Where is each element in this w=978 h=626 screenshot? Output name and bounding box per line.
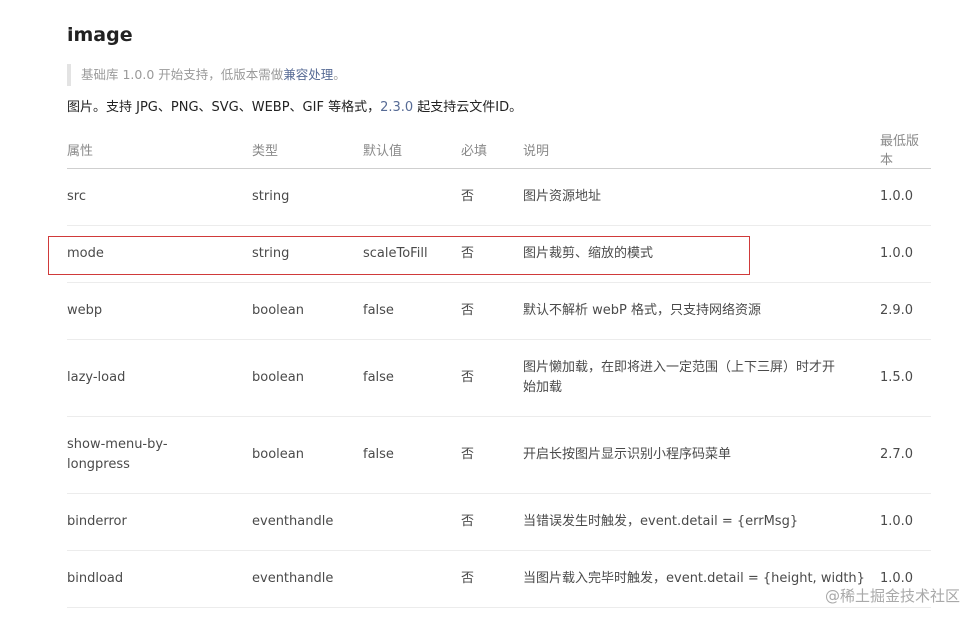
note-text: 基础库 1.0.0 开始支持，低版本需做	[81, 67, 284, 82]
cell-required: 否	[461, 339, 523, 417]
page-title: image	[67, 24, 133, 46]
cell-attr: lazy-load	[67, 339, 252, 417]
cell-required: 否	[461, 282, 523, 340]
cell-version: 1.5.0	[880, 339, 931, 417]
cell-attr: binderror	[67, 493, 252, 551]
cell-default: false	[363, 282, 461, 340]
cell-default: scaleToFill	[363, 225, 461, 283]
cell-desc: 开启长按图片显示识别小程序码菜单	[523, 416, 880, 494]
cell-required: 否	[461, 225, 523, 283]
header-required: 必填	[461, 130, 523, 169]
cell-version: 1.0.0	[880, 168, 931, 226]
cell-desc: 当错误发生时触发，event.detail = {errMsg}	[523, 493, 880, 551]
cell-desc: 图片裁剪、缩放的模式	[523, 225, 880, 283]
cell-attr: show-menu-by-longpress	[67, 416, 252, 494]
cell-attr: src	[67, 168, 252, 226]
cell-default	[363, 550, 461, 608]
cell-attr: mode	[67, 225, 252, 283]
compat-note: 基础库 1.0.0 开始支持，低版本需做兼容处理。	[67, 64, 346, 86]
cell-desc: 图片资源地址	[523, 168, 880, 226]
cell-version: 2.9.0	[880, 282, 931, 340]
cell-version: 1.0.0	[880, 225, 931, 283]
cell-required: 否	[461, 550, 523, 608]
image-description: 图片。支持 JPG、PNG、SVG、WEBP、GIF 等格式，2.3.0 起支持…	[67, 97, 522, 119]
note-end: 。	[333, 67, 346, 82]
cell-required: 否	[461, 493, 523, 551]
table-row: lazy-load boolean false 否 图片懒加载，在即将进入一定范…	[67, 339, 931, 417]
cell-type: eventhandle	[252, 550, 363, 608]
table-row: binderror eventhandle 否 当错误发生时触发，event.d…	[67, 493, 931, 551]
cell-default: false	[363, 339, 461, 417]
cell-type: string	[252, 168, 363, 226]
table-row: bindload eventhandle 否 当图片载入完毕时触发，event.…	[67, 550, 931, 608]
cell-required: 否	[461, 168, 523, 226]
cell-version: 2.7.0	[880, 416, 931, 494]
cell-type: boolean	[252, 416, 363, 494]
watermark: @稀土掘金技术社区	[824, 587, 960, 605]
table-row: mode string scaleToFill 否 图片裁剪、缩放的模式 1.0…	[67, 225, 931, 283]
table-row: show-menu-by-longpress boolean false 否 开…	[67, 416, 931, 494]
desc-end: 起支持云文件ID。	[413, 100, 523, 115]
desc-text: 图片。支持 JPG、PNG、SVG、WEBP、GIF 等格式，	[67, 100, 381, 115]
cell-version: 1.0.0	[880, 493, 931, 551]
header-default: 默认值	[363, 130, 461, 169]
header-desc: 说明	[523, 130, 880, 169]
header-attr: 属性	[67, 130, 252, 169]
cell-default	[363, 168, 461, 226]
cell-desc: 默认不解析 webP 格式，只支持网络资源	[523, 282, 880, 340]
cell-type: string	[252, 225, 363, 283]
table-row: src string 否 图片资源地址 1.0.0	[67, 168, 931, 226]
cell-attr: bindload	[67, 550, 252, 608]
table-row: webp boolean false 否 默认不解析 webP 格式，只支持网络…	[67, 282, 931, 340]
header-version: 最低版本	[880, 130, 931, 169]
cell-default: false	[363, 416, 461, 494]
properties-table: 属性 类型 默认值 必填 说明 最低版本 src string 否 图片资源地址…	[67, 130, 931, 608]
cell-default	[363, 493, 461, 551]
cell-attr: webp	[67, 282, 252, 340]
compat-link[interactable]: 兼容处理	[283, 67, 333, 82]
cell-type: boolean	[252, 282, 363, 340]
header-type: 类型	[252, 130, 363, 169]
table-header-row: 属性 类型 默认值 必填 说明 最低版本	[67, 130, 931, 169]
cell-type: boolean	[252, 339, 363, 417]
cell-required: 否	[461, 416, 523, 494]
cell-desc: 图片懒加载，在即将进入一定范围（上下三屏）时才开始加载	[523, 339, 880, 417]
cell-type: eventhandle	[252, 493, 363, 551]
version-link[interactable]: 2.3.0	[380, 100, 413, 115]
